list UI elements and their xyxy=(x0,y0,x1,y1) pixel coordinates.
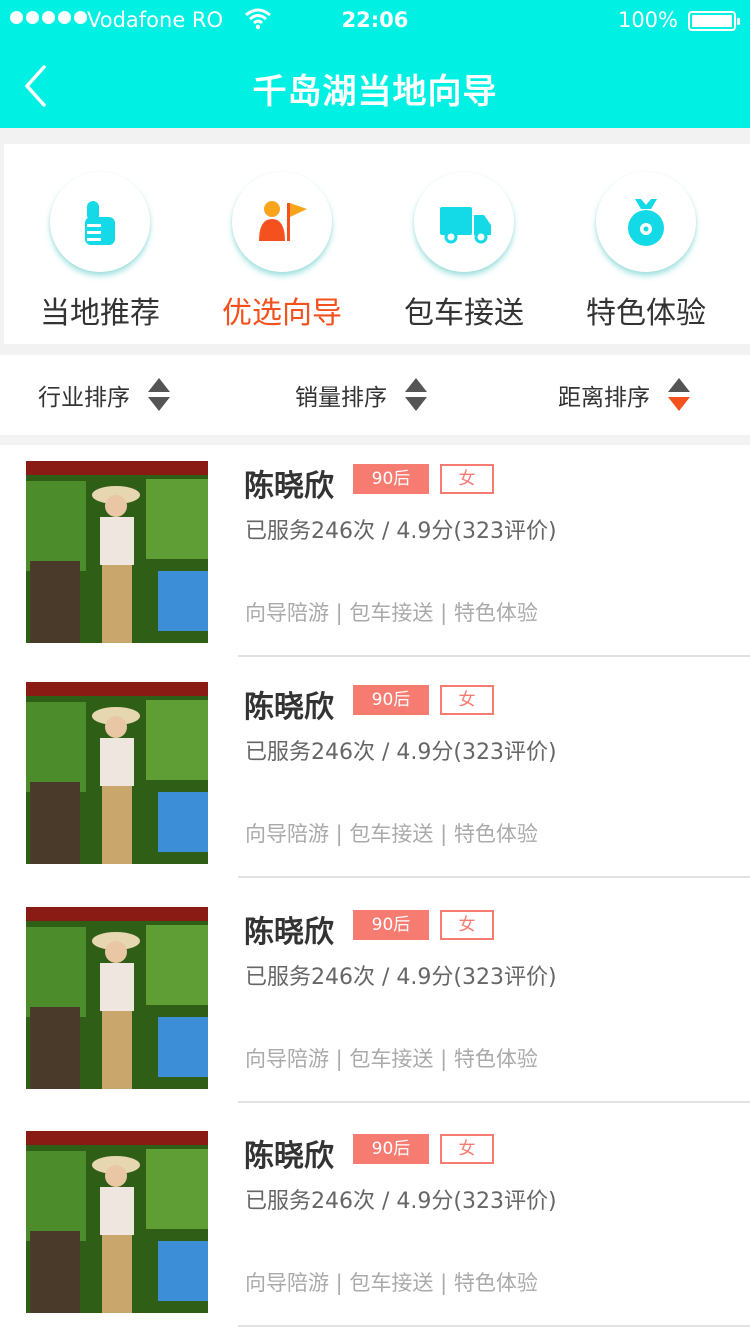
battery-icon xyxy=(688,11,740,31)
category-icon-circle xyxy=(50,172,150,272)
guide-stats: 已服务246次 / 4.9分(323评价) xyxy=(245,1189,557,1214)
gender-badge: 女 xyxy=(440,685,494,715)
category-label: 当地推荐 xyxy=(40,296,160,331)
guide-stats: 已服务246次 / 4.9分(323评价) xyxy=(245,965,557,990)
divider xyxy=(238,876,750,878)
sort-arrows-icon xyxy=(148,378,170,412)
gender-badge: 女 xyxy=(440,464,494,494)
sort-label: 距离排序 xyxy=(558,385,650,411)
divider xyxy=(238,1101,750,1103)
gender-badge: 女 xyxy=(440,910,494,940)
guide-list: 陈晓欣 90后 女 已服务246次 / 4.9分(323评价) 向导陪游 | 包… xyxy=(0,445,750,1334)
guide-services: 向导陪游 | 包车接送 | 特色体验 xyxy=(245,822,538,846)
category-icon-circle xyxy=(414,172,514,272)
sort-arrows-icon xyxy=(668,378,690,412)
category-icon-circle xyxy=(232,172,332,272)
list-item[interactable]: 陈晓欣 90后 女 已服务246次 / 4.9分(323评价) 向导陪游 | 包… xyxy=(0,891,750,1115)
medal-icon xyxy=(628,199,664,246)
sort-bar: 行业排序 销量排序 距离排序 xyxy=(0,355,750,435)
gender-badge: 女 xyxy=(440,1134,494,1164)
age-badge: 90后 xyxy=(353,1134,429,1164)
list-item[interactable]: 陈晓欣 90后 女 已服务246次 / 4.9分(323评价) 向导陪游 | 包… xyxy=(0,445,750,669)
category-preferred-guide[interactable]: 优选向导 xyxy=(192,144,372,344)
guide-flag-icon xyxy=(259,201,307,241)
divider xyxy=(238,1325,750,1327)
category-bar: 当地推荐 优选向导 包车接送 特色体验 xyxy=(4,144,750,344)
age-badge: 90后 xyxy=(353,685,429,715)
page-title: 千岛湖当地向导 xyxy=(252,72,498,112)
category-icon-circle xyxy=(596,172,696,272)
guide-photo xyxy=(26,461,208,643)
category-special-experience[interactable]: 特色体验 xyxy=(556,144,736,344)
sort-label: 行业排序 xyxy=(38,385,130,411)
list-item[interactable]: 陈晓欣 90后 女 已服务246次 / 4.9分(323评价) 向导陪游 | 包… xyxy=(0,1115,750,1334)
category-local-recommend[interactable]: 当地推荐 xyxy=(10,144,190,344)
divider xyxy=(238,655,750,657)
sort-label: 销量排序 xyxy=(295,385,387,411)
guide-stats: 已服务246次 / 4.9分(323评价) xyxy=(245,740,557,765)
sort-arrows-icon xyxy=(405,378,427,412)
category-label: 特色体验 xyxy=(586,296,706,331)
guide-photo xyxy=(26,1131,208,1313)
guide-name: 陈晓欣 xyxy=(244,469,334,504)
guide-photo xyxy=(26,907,208,1089)
status-bar: Vodafone RO 22:06 100% xyxy=(0,0,750,40)
category-label: 包车接送 xyxy=(404,296,524,331)
thumbs-up-icon xyxy=(85,201,115,245)
age-badge: 90后 xyxy=(353,464,429,494)
app-header: Vodafone RO 22:06 100% 千岛湖当地向导 xyxy=(0,0,750,128)
sort-industry-button[interactable]: 行业排序 xyxy=(38,355,170,435)
battery-percent: 100% xyxy=(617,8,678,32)
guide-photo xyxy=(26,682,208,864)
truck-icon xyxy=(440,207,491,244)
guide-name: 陈晓欣 xyxy=(244,1139,334,1174)
guide-services: 向导陪游 | 包车接送 | 特色体验 xyxy=(245,1271,538,1295)
guide-name: 陈晓欣 xyxy=(244,915,334,950)
guide-services: 向导陪游 | 包车接送 | 特色体验 xyxy=(245,601,538,625)
sort-distance-button[interactable]: 距离排序 xyxy=(558,355,690,435)
guide-name: 陈晓欣 xyxy=(244,690,334,725)
category-car-transfer[interactable]: 包车接送 xyxy=(374,144,554,344)
age-badge: 90后 xyxy=(353,910,429,940)
sort-sales-button[interactable]: 销量排序 xyxy=(295,355,427,435)
guide-stats: 已服务246次 / 4.9分(323评价) xyxy=(245,519,557,544)
category-label: 优选向导 xyxy=(222,296,342,331)
list-item[interactable]: 陈晓欣 90后 女 已服务246次 / 4.9分(323评价) 向导陪游 | 包… xyxy=(0,666,750,890)
guide-services: 向导陪游 | 包车接送 | 特色体验 xyxy=(245,1047,538,1071)
